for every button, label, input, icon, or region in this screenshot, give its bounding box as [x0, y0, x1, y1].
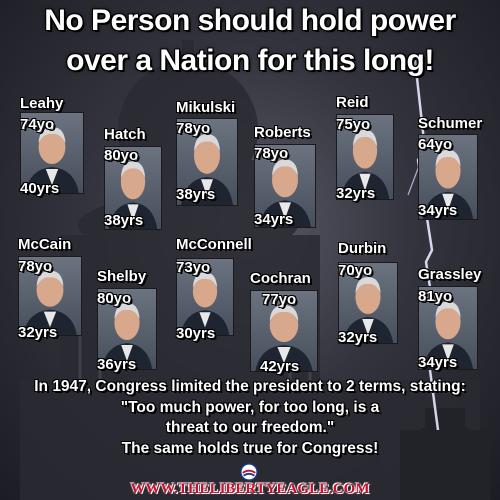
senator-age: 78yo — [254, 145, 289, 162]
senator-name: Mikulski — [176, 99, 236, 116]
senator-years: 32yrs — [18, 324, 58, 341]
senator-age: 78yo — [176, 120, 211, 137]
senator-name: Grassley — [418, 266, 482, 283]
footer-line-4: The same holds true for Congress! — [121, 440, 379, 457]
senator-name: Shelby — [97, 268, 147, 285]
senator-years: 32yrs — [338, 329, 378, 346]
senator-name: McCain — [18, 236, 72, 253]
senator-years: 34yrs — [418, 202, 458, 219]
senator-years: 34yrs — [418, 354, 458, 371]
senator-name: Leahy — [20, 95, 64, 112]
senator-name: Roberts — [254, 124, 311, 141]
poster: No Person should hold power over a Natio… — [0, 0, 500, 500]
senator-age: 75yo — [336, 116, 371, 133]
footer-line-3: threat to our freedom." — [165, 419, 335, 436]
senator-years: 38yrs — [176, 186, 216, 203]
senator-years: 38yrs — [104, 212, 144, 229]
senator-age: 64yo — [418, 136, 453, 153]
senator-name: McConnell — [176, 236, 252, 253]
senator-age: 81yo — [418, 288, 453, 305]
senator-years: 32yrs — [336, 185, 376, 202]
senator-age: 74yo — [20, 116, 55, 133]
senator-name: Schumer — [418, 115, 483, 132]
senator-years: 42yrs — [260, 358, 300, 375]
senator-name: Reid — [336, 94, 369, 111]
senator-age: 77yo — [262, 291, 297, 308]
senator-years: 30yrs — [176, 325, 216, 342]
senator-age: 78yo — [18, 258, 53, 275]
title-line-1: No Person should hold power — [44, 4, 456, 37]
senator-age: 70yo — [338, 262, 373, 279]
senator-age: 80yo — [97, 290, 132, 307]
senator-years: 40yrs — [20, 180, 60, 197]
senator-name: Hatch — [104, 126, 146, 143]
liberty-eagle-logo-icon — [240, 463, 258, 481]
senator-years: 34yrs — [254, 211, 294, 228]
senator-name: Cochran — [250, 270, 311, 287]
senator-name: Durbin — [338, 240, 387, 257]
title-line-2: over a Nation for this long! — [66, 44, 434, 77]
senator-years: 36yrs — [97, 356, 137, 373]
footer-line-2: "Too much power, for too long, is a — [120, 399, 380, 416]
footer-line-1: In 1947, Congress limited the president … — [34, 378, 466, 395]
website-link[interactable]: WWW.THELIBERTYEAGLE.COM — [0, 481, 500, 498]
senator-age: 73yo — [176, 259, 211, 276]
senator-age: 80yo — [104, 147, 139, 164]
